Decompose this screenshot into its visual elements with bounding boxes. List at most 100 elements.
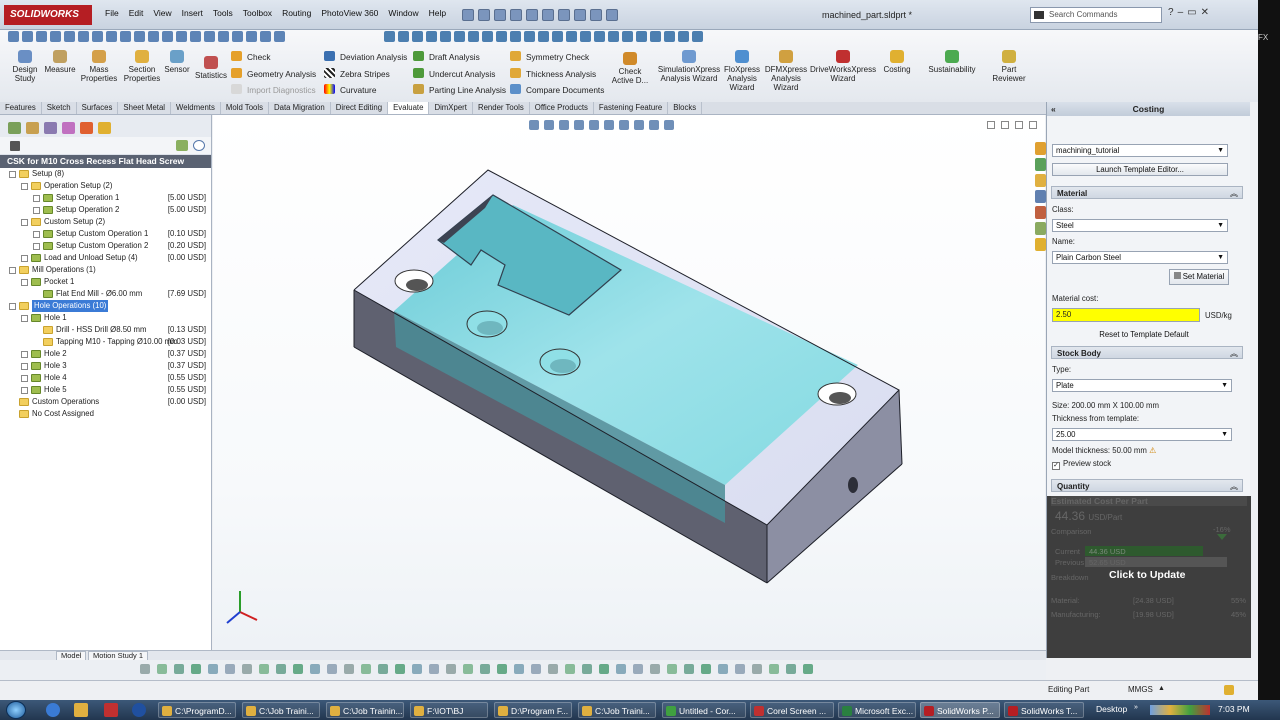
loft-tool-icon[interactable] (232, 31, 243, 42)
rebuild-status-icon[interactable] (1224, 685, 1234, 695)
mirror-tool-icon[interactable] (148, 31, 159, 42)
import-diagnostics-button[interactable]: Import Diagnostics (231, 84, 316, 96)
shell-tool-icon[interactable] (246, 31, 257, 42)
help-icon[interactable]: ? (1168, 7, 1174, 18)
menu-photoview[interactable]: PhotoView 360 (316, 8, 383, 18)
options-icon[interactable] (606, 9, 618, 21)
tree-row[interactable]: Setup Operation 2 [5.00 USD] (0, 204, 211, 216)
taskbar-item[interactable]: C:\Job Traini... (242, 702, 320, 718)
tree-row[interactable]: Hole 2 [0.37 USD] (0, 348, 211, 360)
expand-collapse-icon[interactable] (33, 207, 40, 214)
view-toolbar-icon[interactable] (242, 664, 252, 674)
fillet-tool-icon[interactable] (106, 31, 117, 42)
taskbar-clock[interactable]: 7:03 PM (1218, 704, 1250, 714)
appearances-tab-icon[interactable] (1035, 206, 1046, 219)
quantity-section-header[interactable]: Quantity ︽ (1051, 479, 1243, 492)
taskbar-item-active[interactable]: SolidWorks P... (920, 702, 1000, 718)
expand-collapse-icon[interactable] (21, 279, 28, 286)
view-toolbar-icon[interactable] (429, 664, 439, 674)
costing-button[interactable]: Costing (880, 50, 914, 74)
view-toolbar-icon[interactable] (276, 664, 286, 674)
expand-collapse-icon[interactable] (33, 231, 40, 238)
section-properties-button[interactable]: Section Properties (122, 50, 162, 83)
tree-row[interactable]: Hole Operations (10) (0, 300, 211, 312)
view-toolbar-icon[interactable] (582, 664, 592, 674)
display-manager-icon[interactable] (80, 122, 93, 134)
compare-documents-button[interactable]: Compare Documents (510, 84, 604, 96)
view-toolbar-icon[interactable] (446, 664, 456, 674)
edit-macro-icon[interactable] (678, 31, 689, 42)
view-toolbar-icon[interactable] (701, 664, 711, 674)
reset-template-default-button[interactable]: Reset to Template Default (1052, 329, 1236, 342)
view-toolbar-icon[interactable] (650, 664, 660, 674)
tree-row[interactable]: Tapping M10 - Tapping Ø10.00 mm [0.03 USD… (0, 336, 211, 348)
expand-collapse-icon[interactable] (21, 387, 28, 394)
menu-window[interactable]: Window (383, 8, 423, 18)
tab-weldments[interactable]: Weldments (171, 102, 221, 114)
curvature-button[interactable]: Curvature (324, 84, 376, 96)
view-toolbar-icon[interactable] (735, 664, 745, 674)
tree-row[interactable]: Setup Custom Operation 2 [0.20 USD] (0, 240, 211, 252)
custom-properties-tab-icon[interactable] (1035, 222, 1046, 235)
expand-collapse-icon[interactable] (9, 171, 16, 178)
rectangle-tool-icon[interactable] (50, 31, 61, 42)
play-icon[interactable] (664, 31, 675, 42)
tree-row[interactable]: Setup (8) (0, 168, 211, 180)
tab-evaluate[interactable]: Evaluate (388, 102, 430, 114)
part-reviewer-button[interactable]: Part Reviewer (990, 50, 1028, 83)
expand-collapse-icon[interactable] (9, 267, 16, 274)
tree-row[interactable]: Operation Setup (2) (0, 180, 211, 192)
hide-show-icon[interactable] (482, 31, 493, 42)
tree-row[interactable]: Flat End Mill - Ø6.00 mm [7.69 USD] (0, 288, 211, 300)
view-toolbar-icon[interactable] (531, 664, 541, 674)
rotate-view-icon[interactable] (426, 31, 437, 42)
view-toolbar-icon[interactable] (412, 664, 422, 674)
view-toolbar-icon[interactable] (140, 664, 150, 674)
tab-fastening-feature[interactable]: Fastening Feature (594, 102, 669, 114)
undo-icon[interactable] (526, 9, 538, 21)
expand-collapse-icon[interactable] (21, 183, 28, 190)
close-button[interactable]: ✕ (1201, 7, 1209, 18)
view-toolbar-icon[interactable] (599, 664, 609, 674)
expand-collapse-icon[interactable] (9, 303, 16, 310)
extrude-tool-icon[interactable] (190, 31, 201, 42)
tree-row[interactable]: Drill - HSS Drill Ø8.50 mm [0.13 USD] (0, 324, 211, 336)
tab-features[interactable]: Features (0, 102, 42, 114)
view-toolbar-icon[interactable] (463, 664, 473, 674)
view-toolbar-icon[interactable] (191, 664, 201, 674)
mass-properties-button[interactable]: Mass Properties (80, 50, 118, 83)
click-to-update-button[interactable]: Click to Update (1109, 569, 1185, 581)
design-study-button[interactable]: Design Study (8, 50, 42, 83)
solidworks-logo[interactable]: SOLIDWORKS (4, 5, 92, 25)
taskbar-item[interactable]: Corel Screen ... (750, 702, 834, 718)
taskbar-item[interactable]: C:\ProgramD... (158, 702, 236, 718)
file-explorer-tab-icon[interactable] (1035, 174, 1046, 187)
tree-row[interactable]: Mill Operations (1) (0, 264, 211, 276)
tab-direct-editing[interactable]: Direct Editing (331, 102, 389, 114)
hole-wizard-icon[interactable] (274, 31, 285, 42)
preview-stock-checkbox[interactable]: ✓ Preview stock (1052, 459, 1111, 470)
view-toolbar-icon[interactable] (548, 664, 558, 674)
tree-row[interactable]: Setup Custom Operation 1 [0.10 USD] (0, 228, 211, 240)
rib-tool-icon[interactable] (260, 31, 271, 42)
expand-collapse-icon[interactable] (21, 315, 28, 322)
parting-line-analysis-button[interactable]: Parting Line Analysis (413, 84, 506, 96)
tab-sheet-metal[interactable]: Sheet Metal (118, 102, 172, 114)
search-scope-icon[interactable] (1034, 11, 1044, 19)
tree-row[interactable]: Hole 5 [0.55 USD] (0, 384, 211, 396)
driveworksxpress-button[interactable]: DriveWorksXpress Wizard (810, 50, 876, 83)
lights-icon[interactable] (538, 31, 549, 42)
check-active-document-button[interactable]: Check Active D... (608, 52, 652, 85)
menu-insert[interactable]: Insert (177, 8, 208, 18)
line-tool-icon[interactable] (36, 31, 47, 42)
relations-tool-icon[interactable] (176, 31, 187, 42)
view-toolbar-icon[interactable] (769, 664, 779, 674)
estimated-cost-panel[interactable]: Estimated Cost Per Part 44.36 USD/Part C… (1047, 496, 1251, 658)
minimize-button[interactable]: – (1178, 7, 1184, 18)
stock-body-section-header[interactable]: Stock Body ︽ (1051, 346, 1243, 359)
set-material-button[interactable]: Set Material (1169, 269, 1229, 285)
view-settings-icon[interactable] (524, 31, 535, 42)
tab-mold-tools[interactable]: Mold Tools (221, 102, 270, 114)
menu-edit[interactable]: Edit (124, 8, 149, 18)
view-toolbar-icon[interactable] (259, 664, 269, 674)
